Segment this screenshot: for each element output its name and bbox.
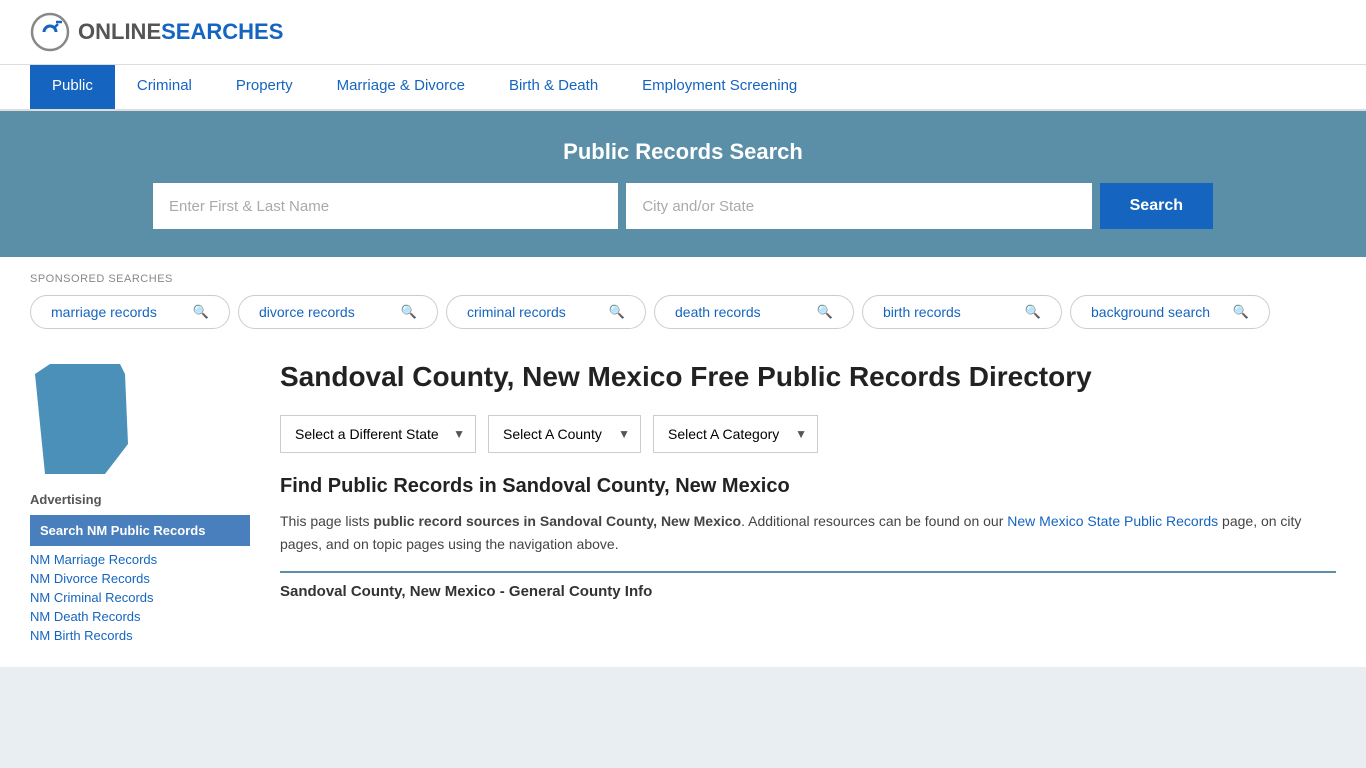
search-icon-4: 🔍 (1025, 304, 1041, 320)
state-dropdown-wrapper: Select a Different State ▼ (280, 415, 476, 453)
sidebar-link-criminal[interactable]: NM Criminal Records (30, 590, 250, 605)
search-button[interactable]: Search (1100, 183, 1213, 229)
search-icon-0: 🔍 (193, 304, 209, 320)
find-desc-link[interactable]: New Mexico State Public Records (1007, 513, 1218, 529)
page-title: Sandoval County, New Mexico Free Public … (280, 359, 1336, 395)
location-input[interactable] (626, 183, 1091, 229)
search-pills: marriage records 🔍 divorce records 🔍 cri… (30, 295, 1336, 329)
pill-marriage-records[interactable]: marriage records 🔍 (30, 295, 230, 329)
general-info-header: Sandoval County, New Mexico - General Co… (280, 571, 1336, 600)
pill-label: death records (675, 304, 761, 320)
find-title: Find Public Records in Sandoval County, … (280, 475, 1336, 498)
nav-item-criminal[interactable]: Criminal (115, 65, 214, 109)
sponsored-label: SPONSORED SEARCHES (30, 273, 1336, 285)
ad-box[interactable]: Search NM Public Records (30, 515, 250, 546)
nav-item-employment[interactable]: Employment Screening (620, 65, 819, 109)
content-row: Advertising Search NM Public Records NM … (0, 339, 1366, 667)
logo-searches-text: SEARCHES (161, 19, 283, 44)
pill-label: divorce records (259, 304, 355, 320)
county-dropdown[interactable]: Select A County (489, 416, 640, 452)
search-icon-2: 🔍 (609, 304, 625, 320)
pill-birth-records[interactable]: birth records 🔍 (862, 295, 1062, 329)
logo-icon (30, 12, 70, 52)
main-nav: Public Criminal Property Marriage & Divo… (0, 65, 1366, 111)
nav-item-public[interactable]: Public (30, 65, 115, 109)
pill-divorce-records[interactable]: divorce records 🔍 (238, 295, 438, 329)
name-input[interactable] (153, 183, 618, 229)
category-dropdown-wrapper: Select A Category ▼ (653, 415, 818, 453)
logo[interactable]: ONLINESEARCHES (30, 12, 283, 52)
pill-criminal-records[interactable]: criminal records 🔍 (446, 295, 646, 329)
find-desc-part2: . Additional resources can be found on o… (741, 513, 1007, 529)
sidebar-link-divorce[interactable]: NM Divorce Records (30, 571, 250, 586)
category-dropdown[interactable]: Select A Category (654, 416, 817, 452)
pill-label: marriage records (51, 304, 157, 320)
search-banner: Public Records Search Search (0, 111, 1366, 257)
logo-online-text: ONLINE (78, 19, 161, 44)
nav-item-property[interactable]: Property (214, 65, 315, 109)
sponsored-section: SPONSORED SEARCHES marriage records 🔍 di… (0, 257, 1366, 339)
search-banner-title: Public Records Search (30, 139, 1336, 165)
find-description: This page lists public record sources in… (280, 510, 1336, 555)
nav-item-marriage-divorce[interactable]: Marriage & Divorce (315, 65, 487, 109)
advertising-label: Advertising (30, 492, 250, 507)
find-desc-part1: This page lists (280, 513, 373, 529)
pill-label: background search (1091, 304, 1210, 320)
pill-background-search[interactable]: background search 🔍 (1070, 295, 1270, 329)
pill-death-records[interactable]: death records 🔍 (654, 295, 854, 329)
state-dropdown[interactable]: Select a Different State (281, 416, 475, 452)
nav-item-birth-death[interactable]: Birth & Death (487, 65, 620, 109)
sidebar-link-death[interactable]: NM Death Records (30, 609, 250, 624)
search-icon-3: 🔍 (817, 304, 833, 320)
sidebar-link-birth[interactable]: NM Birth Records (30, 628, 250, 643)
search-icon-5: 🔍 (1233, 304, 1249, 320)
dropdown-row: Select a Different State ▼ Select A Coun… (280, 415, 1336, 453)
sidebar-link-marriage[interactable]: NM Marriage Records (30, 552, 250, 567)
find-desc-bold: public record sources in Sandoval County… (373, 513, 741, 529)
main-content: Sandoval County, New Mexico Free Public … (250, 359, 1336, 647)
county-dropdown-wrapper: Select A County ▼ (488, 415, 641, 453)
state-map-image (30, 359, 140, 479)
search-form: Search (153, 183, 1213, 229)
pill-label: criminal records (467, 304, 566, 320)
site-header: ONLINESEARCHES (0, 0, 1366, 65)
main-wrapper: SPONSORED SEARCHES marriage records 🔍 di… (0, 257, 1366, 667)
search-icon-1: 🔍 (401, 304, 417, 320)
pill-label: birth records (883, 304, 961, 320)
sidebar: Advertising Search NM Public Records NM … (30, 359, 250, 647)
